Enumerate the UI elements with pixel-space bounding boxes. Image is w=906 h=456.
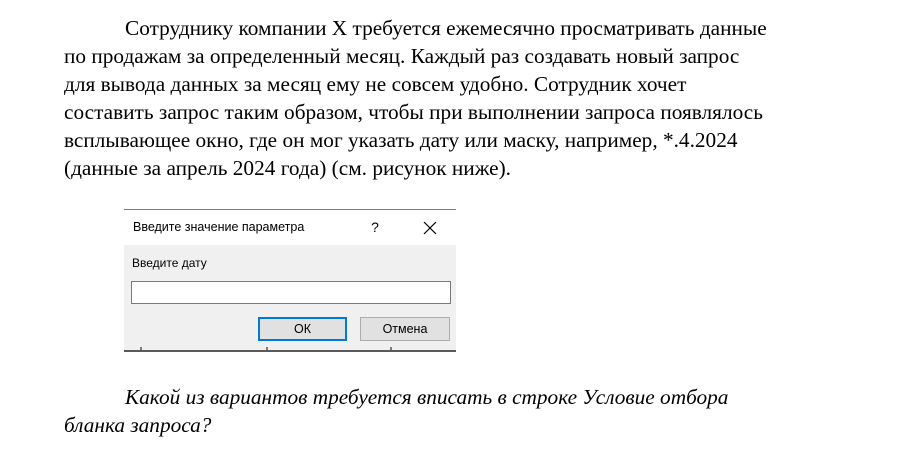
paragraph-line: (данные за апрель 2024 года) (см. рисуно… bbox=[64, 156, 511, 180]
crop-artifact bbox=[140, 347, 142, 350]
crop-artifact bbox=[390, 347, 392, 350]
dialog-title: Введите значение параметра bbox=[133, 220, 305, 234]
prompt-label: Введите дату bbox=[132, 256, 207, 270]
close-button[interactable] bbox=[420, 218, 440, 238]
question-line: Какой из вариантов требуется вписать в с… bbox=[125, 385, 729, 409]
paragraph-line: для вывода данных за месяц ему не совсем… bbox=[64, 72, 687, 96]
dialog-titlebar: Введите значение параметра ? bbox=[124, 210, 456, 245]
ok-button[interactable]: ОК bbox=[258, 317, 347, 341]
paragraph-line: по продажам за определенный месяц. Кажды… bbox=[64, 44, 740, 68]
question-line: бланка запроса? bbox=[64, 413, 212, 437]
date-input[interactable] bbox=[131, 281, 451, 304]
close-icon bbox=[423, 221, 437, 235]
task-paragraph: Сотруднику компании Х требуется ежемесяч… bbox=[64, 14, 884, 182]
question-text: Какой из вариантов требуется вписать в с… bbox=[64, 383, 884, 439]
cancel-button[interactable]: Отмена bbox=[360, 317, 450, 341]
paragraph-line: составить запрос таким образом, чтобы пр… bbox=[64, 100, 763, 124]
parameter-dialog: Введите значение параметра ? Введите дат… bbox=[124, 209, 456, 352]
crop-artifact bbox=[266, 347, 268, 350]
paragraph-line: Сотруднику компании Х требуется ежемесяч… bbox=[125, 16, 767, 40]
help-button[interactable]: ? bbox=[367, 217, 383, 237]
paragraph-line: всплывающее окно, где он мог указать дат… bbox=[64, 128, 738, 152]
